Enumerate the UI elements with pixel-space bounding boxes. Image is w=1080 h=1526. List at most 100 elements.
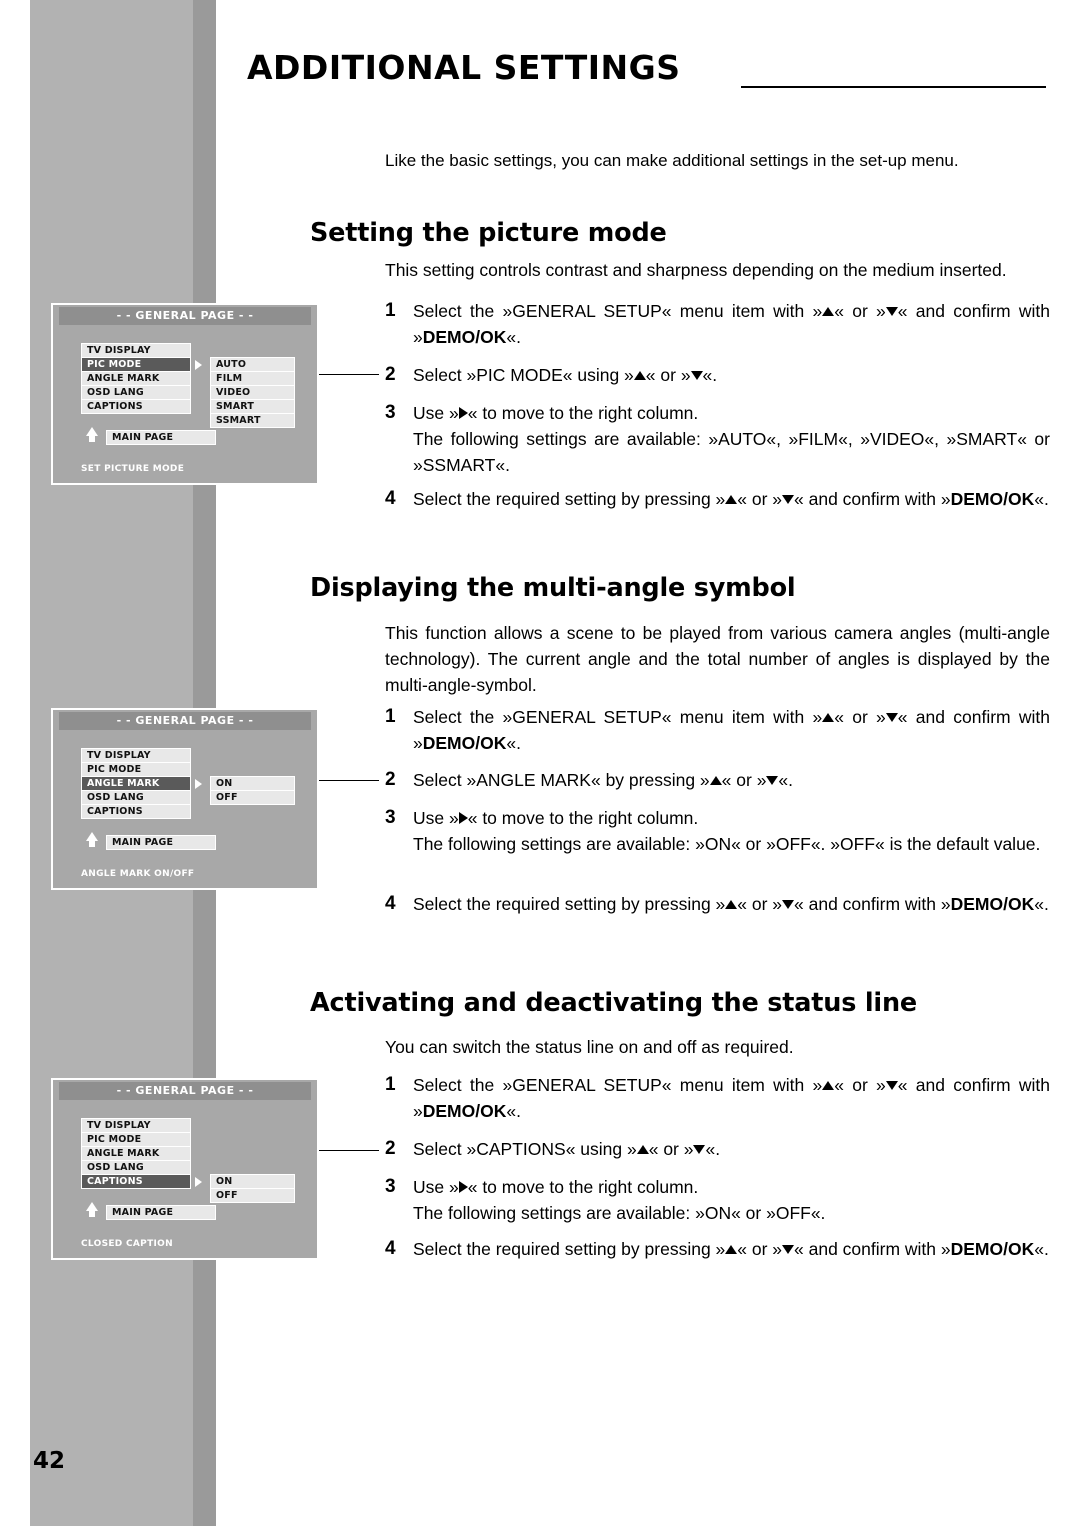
step-text: Select the required setting by pressing …	[413, 489, 726, 509]
step-number: 3	[385, 402, 396, 423]
step-number: 4	[385, 488, 396, 509]
step-body: Select the »GENERAL SETUP« menu item wit…	[413, 704, 1050, 756]
home-arrow-icon	[86, 427, 98, 436]
osd-item-main-page[interactable]: MAIN PAGE	[106, 1205, 216, 1220]
step-3-2: 2 Select »CAPTIONS« using » « or » «.	[385, 1136, 1050, 1162]
home-arrow-stem-icon	[89, 1211, 95, 1217]
arrow-up-icon	[636, 1144, 649, 1154]
step-text: « or »	[737, 1239, 783, 1259]
osd-option-off[interactable]: OFF	[210, 1188, 295, 1203]
osd-title: - - GENERAL PAGE - -	[116, 309, 254, 322]
step-2-2: 2 Select »ANGLE MARK« by pressing » « or …	[385, 767, 1050, 793]
step-text: Select the »GENERAL SETUP« menu item wit…	[413, 301, 823, 321]
osd-option-smart[interactable]: SMART	[210, 399, 295, 414]
osd-item-pic-mode[interactable]: PIC MODE	[81, 357, 191, 372]
step-1-1: 1 Select the »GENERAL SETUP« menu item w…	[385, 298, 1050, 350]
osd-option-off[interactable]: OFF	[210, 790, 295, 805]
step-text: « to move to the right column.	[467, 808, 699, 828]
osd-leader-line-1	[319, 374, 379, 375]
osd-item-angle-mark[interactable]: ANGLE MARK	[81, 776, 191, 791]
osd-title: - - GENERAL PAGE - -	[116, 1084, 254, 1097]
step-text: «.	[1034, 489, 1049, 509]
osd-selection-arrow-icon	[195, 360, 202, 370]
step-text: Select »PIC MODE« using »	[413, 365, 634, 385]
step-text-bold: DEMO/OK	[950, 489, 1035, 509]
step-number: 2	[385, 769, 396, 790]
osd-item-main-page[interactable]: MAIN PAGE	[106, 430, 216, 445]
osd-selection-arrow-icon	[195, 779, 202, 789]
arrow-right-icon	[458, 407, 468, 420]
section-heading-picture-mode: Setting the picture mode	[310, 218, 667, 248]
osd-item-pic-mode[interactable]: PIC MODE	[81, 1132, 191, 1147]
osd-footer-text: SET PICTURE MODE	[81, 464, 185, 474]
arrow-down-icon	[690, 370, 703, 380]
step-text: The following settings are available: »O…	[413, 834, 1041, 854]
step-text: Select »ANGLE MARK« by pressing »	[413, 770, 710, 790]
step-text: «.	[705, 1139, 721, 1159]
osd-item-osd-lang[interactable]: OSD LANG	[81, 790, 191, 805]
step-text-bold: DEMO/OK	[422, 327, 507, 347]
step-text: «.	[506, 327, 521, 347]
home-arrow-stem-icon	[89, 436, 95, 442]
osd-item-pic-mode[interactable]: PIC MODE	[81, 762, 191, 777]
osd-option-on[interactable]: ON	[210, 776, 295, 791]
step-2-1: 1 Select the »GENERAL SETUP« menu item w…	[385, 704, 1050, 756]
page-number: 42	[33, 1448, 66, 1474]
osd-item-captions[interactable]: CAPTIONS	[81, 399, 191, 414]
step-text: «.	[702, 365, 718, 385]
step-text: The following settings are available: »A…	[413, 429, 1050, 475]
step-text: « or »	[645, 365, 691, 385]
step-number: 1	[385, 1074, 396, 1095]
step-text: «.	[1034, 1239, 1049, 1259]
step-body: Select the »GENERAL SETUP« menu item wit…	[413, 298, 1050, 350]
step-text: «.	[778, 770, 794, 790]
step-text: « and confirm with »	[794, 489, 951, 509]
osd-item-angle-mark[interactable]: ANGLE MARK	[81, 371, 191, 386]
step-body: Select the »GENERAL SETUP« menu item wit…	[413, 1072, 1050, 1124]
osd-title: - - GENERAL PAGE - -	[116, 714, 254, 727]
intro-paragraph: Like the basic settings, you can make ad…	[385, 151, 959, 170]
step-text: « or »	[834, 707, 886, 727]
step-text: Use »	[413, 403, 459, 423]
step-body: Select »PIC MODE« using » « or » «.	[413, 362, 1050, 388]
osd-option-on[interactable]: ON	[210, 1174, 295, 1189]
osd-item-main-page[interactable]: MAIN PAGE	[106, 835, 216, 850]
step-text: « or »	[737, 489, 783, 509]
section-subtitle-multi-angle: This function allows a scene to be playe…	[385, 623, 1050, 695]
arrow-up-icon	[822, 1080, 835, 1090]
step-text: Select the required setting by pressing …	[413, 894, 726, 914]
osd-item-angle-mark[interactable]: ANGLE MARK	[81, 1146, 191, 1161]
step-text: « or »	[737, 894, 783, 914]
osd-item-tv-display[interactable]: TV DISPLAY	[81, 343, 191, 358]
arrow-down-icon	[782, 899, 795, 909]
manual-page: ADDITIONAL SETTINGS Like the basic setti…	[0, 0, 1080, 1526]
osd-screenshot-captions: - - GENERAL PAGE - - TV DISPLAY PIC MODE…	[51, 1078, 319, 1260]
osd-item-osd-lang[interactable]: OSD LANG	[81, 1160, 191, 1175]
arrow-down-icon	[885, 306, 898, 316]
osd-item-osd-lang[interactable]: OSD LANG	[81, 385, 191, 400]
step-3-4: 4 Select the required setting by pressin…	[385, 1236, 1050, 1262]
step-body: Use » « to move to the right column. The f…	[413, 805, 1050, 857]
step-3-1: 1 Select the »GENERAL SETUP« menu item w…	[385, 1072, 1050, 1124]
section-subtitle-picture-mode: This setting controls contrast and sharp…	[385, 260, 1007, 280]
step-text: Select »CAPTIONS« using »	[413, 1139, 637, 1159]
step-text: « or »	[834, 301, 886, 321]
step-number: 1	[385, 300, 396, 321]
osd-option-auto[interactable]: AUTO	[210, 357, 295, 372]
step-number: 2	[385, 1138, 396, 1159]
arrow-up-icon	[822, 306, 835, 316]
osd-option-film[interactable]: FILM	[210, 371, 295, 386]
osd-item-captions[interactable]: CAPTIONS	[81, 1174, 191, 1189]
home-arrow-stem-icon	[89, 841, 95, 847]
page-left-white-margin	[0, 0, 30, 1526]
section-subtitle-status-line: You can switch the status line on and of…	[385, 1037, 794, 1057]
osd-item-captions[interactable]: CAPTIONS	[81, 804, 191, 819]
step-1-4: 4 Select the required setting by pressin…	[385, 486, 1050, 512]
osd-item-tv-display[interactable]: TV DISPLAY	[81, 1118, 191, 1133]
osd-option-ssmart[interactable]: SSMART	[210, 413, 295, 428]
section-heading-status-line: Activating and deactivating the status l…	[310, 988, 917, 1018]
osd-item-tv-display[interactable]: TV DISPLAY	[81, 748, 191, 763]
arrow-up-icon	[725, 899, 738, 909]
osd-option-video[interactable]: VIDEO	[210, 385, 295, 400]
home-arrow-icon	[86, 832, 98, 841]
